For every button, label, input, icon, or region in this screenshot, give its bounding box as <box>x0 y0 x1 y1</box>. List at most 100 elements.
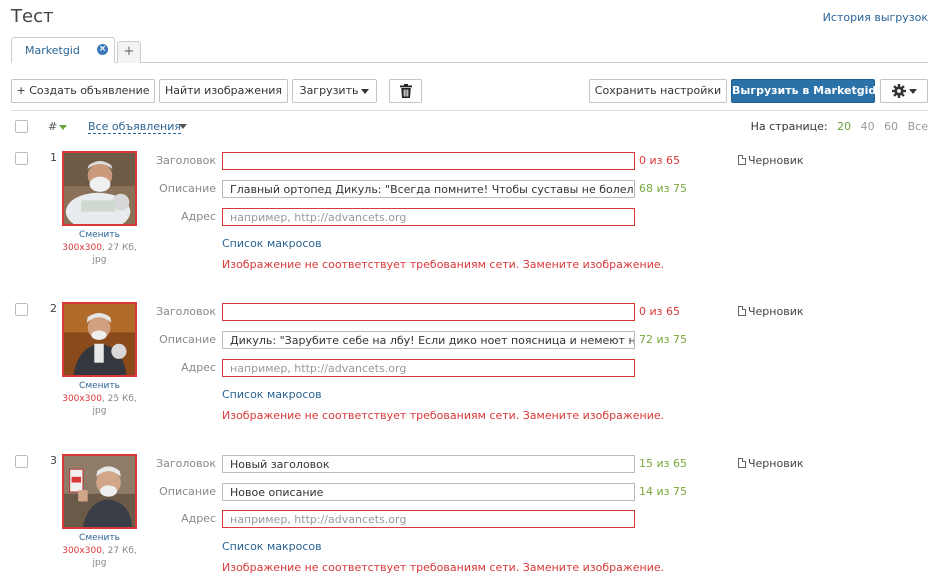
per-page-label: На странице: <box>750 120 828 133</box>
tab-marketgid[interactable]: Marketgid × <box>11 37 115 63</box>
ad-row: 2 Сменить 300x300, 25 Кб, jpg Заголовок 0… <box>11 302 928 442</box>
ad-image[interactable] <box>62 454 137 529</box>
document-icon <box>738 306 746 316</box>
image-ext: jpg <box>92 406 107 416</box>
title-label: Заголовок <box>156 305 216 318</box>
image-meta: 300x300, 25 Кб, jpg <box>57 393 142 417</box>
image-ext: jpg <box>92 255 107 265</box>
description-counter: 14 из 75 <box>639 485 687 498</box>
gear-icon <box>891 84 906 98</box>
ad-checkbox[interactable] <box>15 303 28 316</box>
description-label: Описание <box>159 485 216 498</box>
status-badge: Черновик <box>738 457 804 470</box>
document-icon <box>738 458 746 468</box>
description-input[interactable]: Главный ортопед Дикуль: "Всегда помните!… <box>222 180 635 198</box>
page-title: Тест <box>11 6 54 27</box>
ad-photo <box>64 456 135 527</box>
ad-number: 2 <box>50 302 57 315</box>
image-size: 300x300 <box>62 394 102 404</box>
select-all-checkbox[interactable] <box>15 120 28 133</box>
title-counter: 0 из 65 <box>639 154 680 167</box>
add-tab-button[interactable]: + <box>117 41 141 63</box>
chevron-down-icon[interactable] <box>179 124 187 129</box>
per-page-option-40[interactable]: 40 <box>861 120 875 133</box>
ad-checkbox[interactable] <box>15 152 28 165</box>
chevron-down-icon <box>908 88 917 94</box>
status-label: Черновик <box>748 154 804 167</box>
image-weight: , 27 Кб, <box>101 243 137 253</box>
save-settings-button[interactable]: Сохранить настройки <box>589 79 727 103</box>
status-label: Черновик <box>748 305 804 318</box>
ad-image[interactable] <box>62 151 137 226</box>
status-badge: Черновик <box>738 305 804 318</box>
title-counter: 0 из 65 <box>639 305 680 318</box>
tab-bar: Marketgid × + <box>11 37 928 63</box>
description-input[interactable]: Новое описание <box>222 483 635 501</box>
title-input[interactable] <box>222 303 635 321</box>
trash-icon <box>399 84 412 98</box>
image-size: 300x300 <box>62 546 102 556</box>
sort-down-icon <box>59 124 68 130</box>
description-counter: 72 из 75 <box>639 333 687 346</box>
document-icon <box>738 155 746 165</box>
hash-label: # <box>48 120 58 133</box>
macros-link[interactable]: Список макросов <box>222 540 322 553</box>
ad-checkbox[interactable] <box>15 455 28 468</box>
per-page-option-60[interactable]: 60 <box>884 120 898 133</box>
status-label: Черновик <box>748 457 804 470</box>
description-counter: 68 из 75 <box>639 182 687 195</box>
ad-number: 3 <box>50 454 57 467</box>
image-error: Изображение не соответствует требованиям… <box>222 561 665 574</box>
change-image-link[interactable]: Сменить <box>62 230 137 240</box>
sort-by-number[interactable]: # <box>48 120 68 133</box>
title-input[interactable] <box>222 152 635 170</box>
title-input[interactable]: Новый заголовок <box>222 455 635 473</box>
close-icon[interactable]: × <box>97 44 108 55</box>
ad-photo <box>64 304 135 375</box>
history-link[interactable]: История выгрузок <box>823 11 928 24</box>
image-error: Изображение не соответствует требованиям… <box>222 409 665 422</box>
image-ext: jpg <box>92 558 107 568</box>
image-weight: , 27 Кб, <box>101 546 137 556</box>
title-counter: 15 из 65 <box>639 457 687 470</box>
toolbar-divider <box>11 110 928 111</box>
find-images-button[interactable]: Найти изображения <box>159 79 288 103</box>
change-image-link[interactable]: Сменить <box>62 381 137 391</box>
image-size: 300x300 <box>62 243 102 253</box>
image-meta: 300x300, 27 Кб, jpg <box>57 242 142 266</box>
address-input[interactable]: например, http://advancets.org <box>222 510 635 528</box>
image-weight: , 25 Кб, <box>101 394 137 404</box>
ad-row: 3 Сменить 300x300, 27 Кб, jpg Заголовок Н… <box>11 454 928 585</box>
address-label: Адрес <box>181 210 216 223</box>
image-meta: 300x300, 27 Кб, jpg <box>57 545 142 569</box>
description-label: Описание <box>159 333 216 346</box>
address-label: Адрес <box>181 512 216 525</box>
macros-link[interactable]: Список макросов <box>222 388 322 401</box>
macros-link[interactable]: Список макросов <box>222 237 322 250</box>
upload-label: Загрузить <box>299 84 359 97</box>
description-input[interactable]: Дикуль: "Зарубите себе на лбу! Если дико… <box>222 331 635 349</box>
export-button[interactable]: Выгрузить в Marketgid <box>731 79 876 103</box>
filter-label: Все объявления <box>88 120 182 133</box>
status-badge: Черновик <box>738 154 804 167</box>
upload-button[interactable]: Загрузить <box>292 79 377 103</box>
description-label: Описание <box>159 182 216 195</box>
image-error: Изображение не соответствует требованиям… <box>222 258 665 271</box>
per-page-option-all[interactable]: Все <box>908 120 928 133</box>
list-header: # Все объявления На странице: 20 40 60 В… <box>11 118 928 138</box>
per-page-selector: На странице: 20 40 60 Все <box>751 120 928 133</box>
settings-button[interactable] <box>880 79 928 103</box>
change-image-link[interactable]: Сменить <box>62 533 137 543</box>
per-page-option-20[interactable]: 20 <box>837 120 851 133</box>
ad-number: 1 <box>50 151 57 164</box>
create-ad-button[interactable]: + Создать объявление <box>11 79 155 103</box>
chevron-down-icon <box>361 88 370 94</box>
ads-filter-dropdown[interactable]: Все объявления <box>88 120 182 134</box>
ad-row: 1 Сменить 300x300, 27 Кб, jpg Заголовок 0… <box>11 151 928 291</box>
title-label: Заголовок <box>156 154 216 167</box>
address-input[interactable]: например, http://advancets.org <box>222 359 635 377</box>
address-input[interactable]: например, http://advancets.org <box>222 208 635 226</box>
delete-button[interactable] <box>389 79 422 103</box>
ad-image[interactable] <box>62 302 137 377</box>
title-label: Заголовок <box>156 457 216 470</box>
